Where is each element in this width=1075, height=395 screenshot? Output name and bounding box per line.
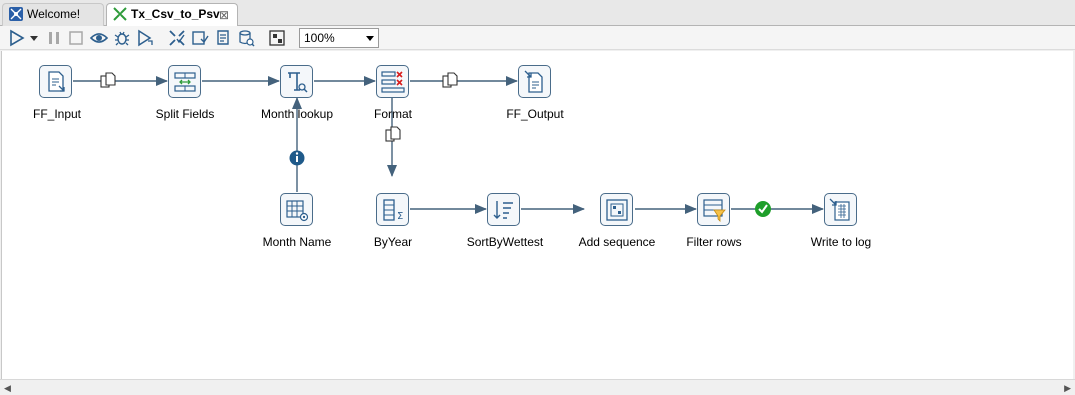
preview-icon[interactable] — [90, 29, 108, 47]
sql-icon[interactable] — [214, 29, 232, 47]
analyze-impact-icon[interactable] — [191, 29, 209, 47]
step-byyear[interactable]: Σ — [376, 193, 409, 226]
copy-rows-icon — [385, 126, 401, 142]
step-label: SortByWettest — [466, 235, 544, 249]
step-month-lookup[interactable] — [280, 65, 313, 98]
step-label: ByYear — [373, 235, 413, 249]
close-icon[interactable]: ⊠ — [219, 8, 229, 22]
step-sortbywettest[interactable] — [487, 193, 520, 226]
zoom-value: 100% — [304, 31, 335, 45]
stop-icon[interactable] — [67, 29, 85, 47]
scroll-left-icon[interactable]: ◀ — [4, 383, 11, 394]
split-fields-icon — [174, 72, 196, 92]
tab-label: Tx_Csv_to_Psv — [131, 7, 220, 21]
data-grid-icon — [286, 200, 309, 222]
explore-db-icon[interactable] — [237, 29, 255, 47]
run-dropdown-icon[interactable] — [29, 29, 39, 47]
welcome-icon — [9, 7, 23, 21]
transformation-canvas[interactable]: FF_Input Split Fields Month lookup Forma… — [1, 51, 1073, 379]
tab-welcome[interactable]: Welcome! — [2, 3, 104, 26]
debug-icon[interactable] — [113, 29, 131, 47]
transformation-icon — [113, 7, 127, 21]
pause-icon[interactable] — [45, 29, 63, 47]
chevron-down-icon — [366, 36, 374, 41]
step-label: Format — [373, 107, 412, 121]
zoom-select[interactable]: 100% — [299, 28, 379, 48]
copy-rows-icon — [442, 72, 458, 88]
hops-layer — [73, 72, 824, 217]
tab-transformation[interactable]: Tx_Csv_to_Psv ⊠ — [106, 3, 238, 27]
step-format[interactable] — [376, 65, 409, 98]
group-by-icon: Σ — [383, 199, 403, 222]
horizontal-scrollbar[interactable]: ◀ ▶ — [0, 379, 1075, 395]
svg-text:Σ: Σ — [397, 211, 403, 222]
step-label: Write to log — [810, 235, 872, 249]
step-label: FF_Input — [32, 107, 82, 121]
filter-rows-icon — [703, 199, 726, 222]
sort-rows-icon — [493, 201, 513, 219]
step-label: Filter rows — [686, 235, 742, 249]
step-month-name[interactable] — [280, 193, 313, 226]
select-values-icon — [381, 71, 405, 93]
step-add-sequence[interactable] — [600, 193, 633, 226]
verify-icon[interactable] — [168, 29, 186, 47]
write-to-log-icon — [829, 198, 850, 221]
step-ff-input[interactable] — [39, 65, 72, 98]
stream-lookup-icon — [288, 72, 308, 93]
step-filter-rows[interactable] — [697, 193, 730, 226]
editor-tab-bar: Welcome! Tx_Csv_to_Psv ⊠ — [0, 0, 1075, 27]
true-result-icon — [755, 201, 771, 217]
text-file-input-icon — [48, 71, 65, 92]
step-ff-output[interactable] — [518, 65, 551, 98]
transformation-toolbar: 100% — [0, 26, 1075, 50]
tab-label: Welcome! — [27, 7, 81, 21]
copy-rows-icon — [100, 72, 116, 88]
step-write-to-log[interactable] — [824, 193, 857, 226]
run-icon[interactable] — [8, 29, 26, 47]
step-label: Split Fields — [155, 107, 215, 121]
replay-icon[interactable] — [136, 29, 154, 47]
scroll-right-icon[interactable]: ▶ — [1064, 383, 1071, 394]
step-label: FF_Output — [506, 107, 564, 121]
show-results-icon[interactable] — [268, 29, 286, 47]
info-icon — [289, 150, 305, 166]
add-sequence-icon — [606, 199, 628, 221]
step-split-fields[interactable] — [168, 65, 201, 98]
text-file-output-icon — [524, 70, 543, 93]
